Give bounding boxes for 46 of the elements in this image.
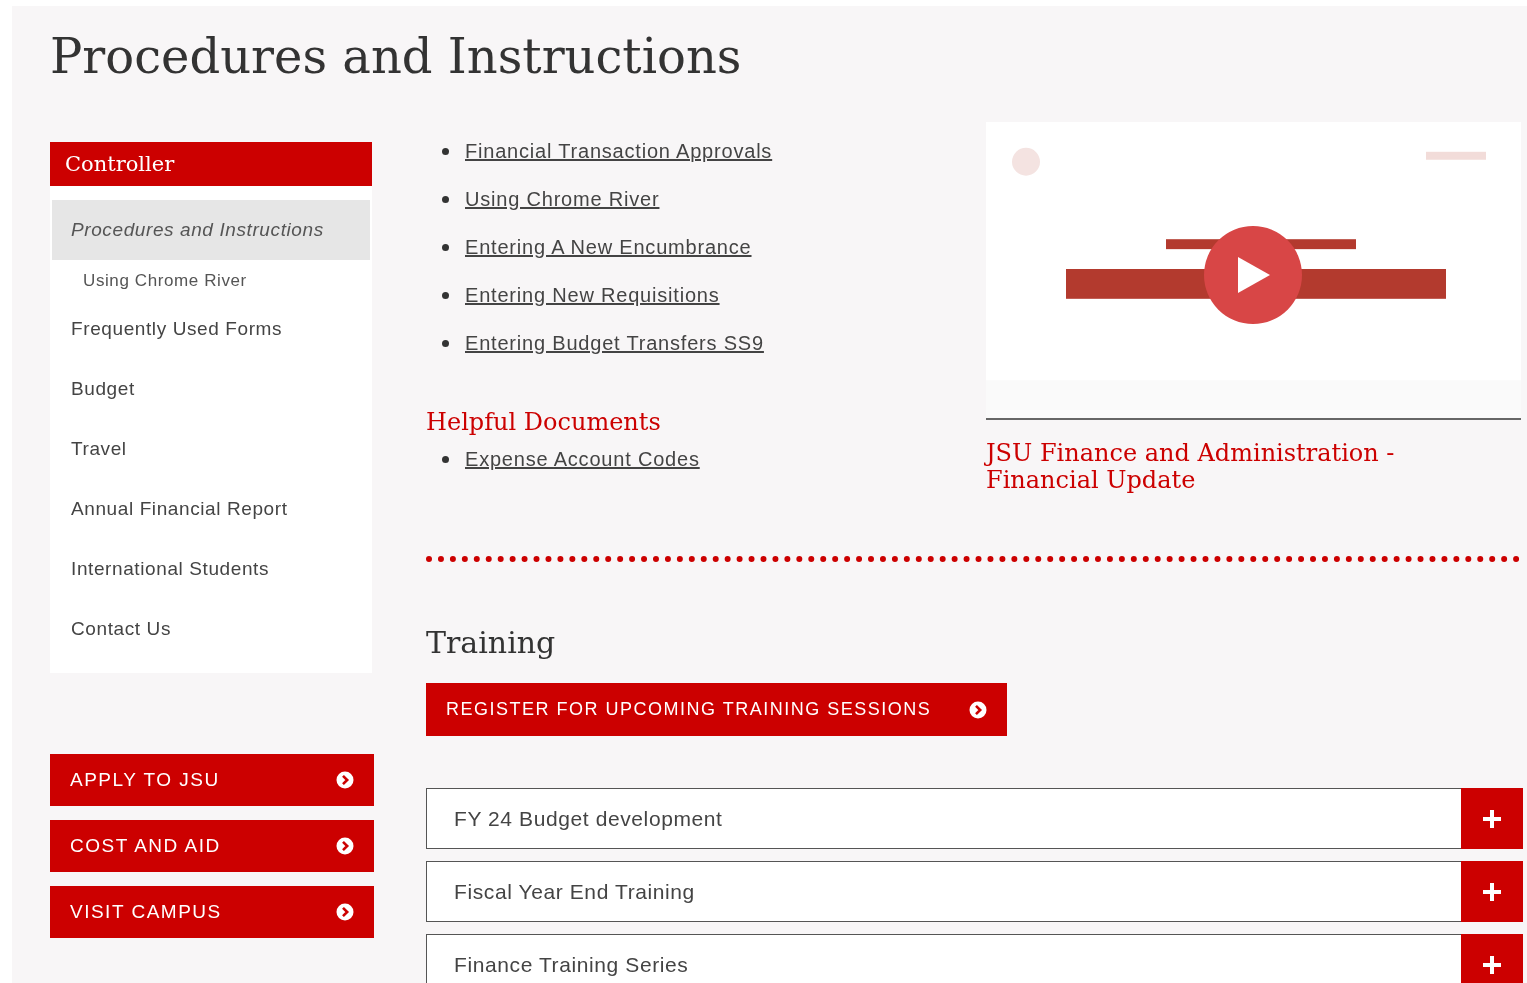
document-link[interactable]: Expense Account Codes <box>465 444 700 474</box>
accordion-header[interactable]: Finance Training Series <box>426 934 1523 983</box>
sidebar-item[interactable]: Annual Financial Report <box>52 479 370 539</box>
video-caption[interactable]: JSU Finance and Administration - Financial Update <box>986 440 1426 494</box>
document-link[interactable]: Entering Budget Transfers SS9 <box>465 328 764 358</box>
arrow-circle-icon <box>336 903 354 921</box>
accordion-header[interactable]: Fiscal Year End Training <box>426 861 1523 922</box>
section-heading: Training <box>426 624 556 662</box>
expand-button[interactable] <box>1461 861 1523 922</box>
accordion-title: Fiscal Year End Training <box>453 878 696 905</box>
sidebar-item[interactable]: International Students <box>52 539 370 599</box>
plus-icon <box>1483 882 1501 901</box>
accordion-header[interactable]: FY 24 Budget development <box>426 788 1523 849</box>
bullet-icon <box>442 195 449 203</box>
bullet-icon <box>442 147 449 155</box>
arrow-circle-icon <box>336 771 354 789</box>
accordion-title: Finance Training Series <box>453 951 690 978</box>
section-heading: Helpful Documents <box>426 407 661 438</box>
bullet-icon <box>442 291 449 299</box>
accordion-title: FY 24 Budget development <box>453 805 724 832</box>
document-link[interactable]: Financial Transaction Approvals <box>465 136 773 166</box>
quick-link-button[interactable]: APPLY TO JSU <box>50 754 374 806</box>
arrow-circle-icon <box>969 700 988 719</box>
document-link[interactable]: Entering A New Encumbrance <box>465 232 752 262</box>
bullet-icon <box>442 339 449 347</box>
quick-link-button[interactable]: COST AND AID <box>50 820 374 872</box>
play-icon <box>1236 257 1270 293</box>
sidebar-item[interactable]: Procedures and Instructions <box>52 200 370 260</box>
expand-button[interactable] <box>1461 934 1523 983</box>
bullet-icon <box>442 243 449 251</box>
sidebar-item[interactable]: Contact Us <box>52 599 370 659</box>
sidebar-item[interactable]: Travel <box>52 419 370 479</box>
sidebar-item[interactable]: Budget <box>52 359 370 419</box>
plus-icon <box>1483 809 1501 828</box>
bullet-icon <box>442 455 449 463</box>
sidebar-subitem[interactable]: Using Chrome River <box>52 260 370 302</box>
plus-icon <box>1483 955 1501 974</box>
sidebar-heading: Controller <box>50 142 372 186</box>
register-button[interactable]: REGISTER FOR UPCOMING TRAINING SESSIONS <box>426 683 1008 736</box>
arrow-circle-icon <box>336 837 354 855</box>
quick-link-button[interactable]: VISIT CAMPUS <box>50 886 374 938</box>
document-link[interactable]: Using Chrome River <box>465 184 660 214</box>
sidebar-item[interactable]: Frequently Used Forms <box>52 299 370 359</box>
document-link[interactable]: Entering New Requisitions <box>465 280 720 310</box>
page-title: Procedures and Instructions <box>50 27 742 86</box>
expand-button[interactable] <box>1461 788 1523 849</box>
